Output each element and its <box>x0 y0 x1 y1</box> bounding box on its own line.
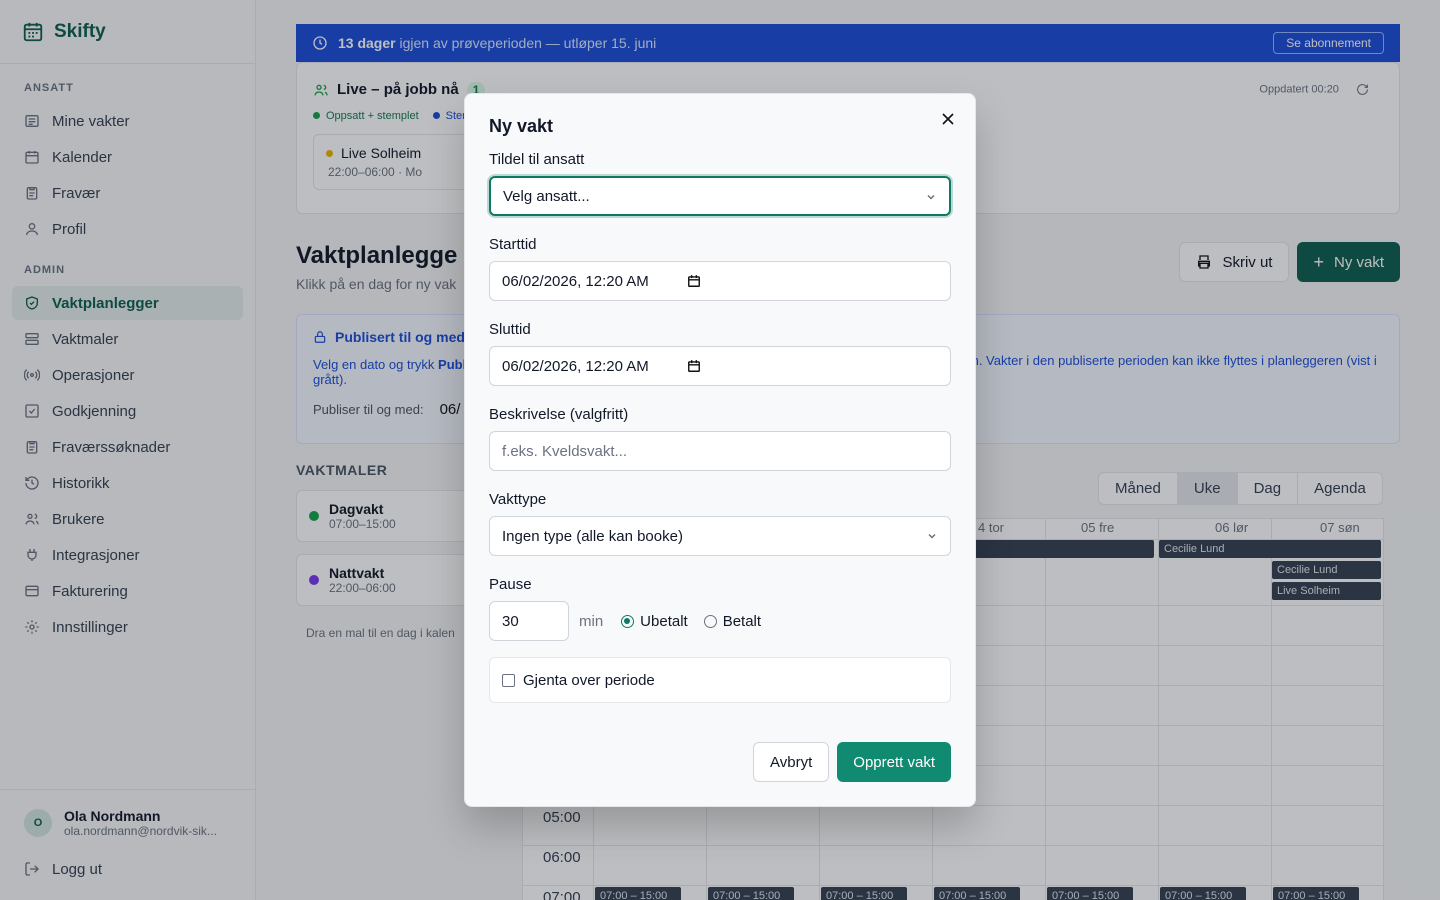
pause-label: Pause <box>489 576 532 593</box>
start-label: Starttid <box>489 236 537 253</box>
paid-radio[interactable]: Betalt <box>703 613 761 630</box>
description-label: Beskrivelse (valgfritt) <box>489 406 629 423</box>
unpaid-radio[interactable]: Ubetalt <box>621 613 688 630</box>
create-shift-button[interactable]: Opprett vakt <box>837 742 951 782</box>
description-placeholder: f.eks. Kveldsvakt... <box>502 442 628 460</box>
chevron-down-icon <box>928 533 936 539</box>
employee-select[interactable]: Velg ansatt... <box>489 176 951 216</box>
repeat-label: Gjenta over periode <box>523 671 655 689</box>
start-datetime-value: 06/02/2026, 12:20 AM <box>502 272 649 290</box>
calendar-picker-icon[interactable] <box>687 359 701 373</box>
dialog-title: Ny vakt <box>489 116 554 136</box>
pause-value: 30 <box>502 612 519 630</box>
close-icon <box>942 113 954 125</box>
cancel-button[interactable]: Avbryt <box>753 742 830 782</box>
shift-type-value: Ingen type (alle kan booke) <box>502 527 683 545</box>
end-label: Sluttid <box>489 321 531 338</box>
calendar-picker-icon[interactable] <box>687 274 701 288</box>
end-datetime-value: 06/02/2026, 12:20 AM <box>502 357 649 375</box>
assign-label: Tildel til ansatt <box>489 151 585 168</box>
start-datetime-input[interactable]: 06/02/2026, 12:20 AM <box>489 261 951 301</box>
shift-type-select[interactable]: Ingen type (alle kan booke) <box>489 516 951 556</box>
radio-unchecked <box>703 614 717 628</box>
pause-input[interactable]: 30 <box>489 601 569 641</box>
new-shift-dialog: Ny vakt Tildel til ansatt Velg ansatt...… <box>464 93 976 807</box>
chevron-down-icon <box>927 194 935 200</box>
radio-checked <box>621 614 635 628</box>
close-button[interactable] <box>937 108 959 130</box>
shift-type-label: Vakttype <box>489 491 547 508</box>
pause-unit: min <box>579 612 604 630</box>
end-datetime-input[interactable]: 06/02/2026, 12:20 AM <box>489 346 951 386</box>
repeat-checkbox[interactable] <box>502 673 515 687</box>
employee-select-value: Velg ansatt... <box>503 187 590 205</box>
repeat-checkbox-row[interactable]: Gjenta over periode <box>489 657 951 703</box>
description-input[interactable]: f.eks. Kveldsvakt... <box>489 431 951 471</box>
